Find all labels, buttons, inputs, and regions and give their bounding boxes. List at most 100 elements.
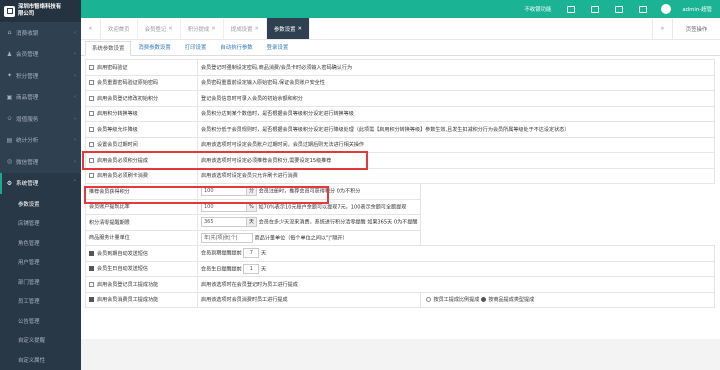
page-operations-button[interactable]: 页签操作 — [672, 18, 720, 39]
settings-subtab[interactable]: 系统参数设置 — [85, 41, 131, 56]
sidebar-item[interactable]: ⌂消费收银‹ — [0, 22, 81, 44]
setting-checkbox[interactable] — [89, 96, 94, 101]
sidebar-subitem[interactable]: 公告管理 — [0, 311, 81, 331]
setting-description: 商品计量单位（每个单位之间以"|"隔开） — [255, 235, 348, 241]
box-icon: ▣ — [6, 94, 13, 101]
chevron-left-icon: ‹ — [74, 94, 76, 100]
bell-icon[interactable] — [639, 6, 647, 13]
page-tab[interactable]: 提成设置✕ — [224, 18, 267, 39]
sidebar-subitem[interactable]: 员工管理 — [0, 292, 81, 312]
page-tab-label: 提成设置 — [231, 25, 253, 33]
setting-checkbox[interactable] — [89, 173, 94, 178]
settings-subtab[interactable]: 消费参数设置 — [131, 42, 177, 55]
sidebar-subitem[interactable]: 角色管理 — [0, 233, 81, 253]
setting-input[interactable]: 365 — [201, 217, 247, 227]
setting-checkbox[interactable] — [89, 80, 94, 85]
page-tab[interactable]: 参数设置✕ — [267, 18, 310, 39]
setting-row: 推荐会员获得积分100分 会员注册时，推荐会员可获得积分 0为不积分 — [86, 184, 715, 200]
setting-label: 会员等级允许降级 — [97, 127, 138, 133]
setting-description: 启用该选项时可设定会员账户过期时间，会员过期后则无法进行相关操作 — [201, 142, 364, 148]
unit-label: 天 — [261, 266, 266, 272]
setting-label: 启用会员登记修改初始积分 — [97, 96, 158, 102]
gift-icon: ✦ — [6, 72, 13, 79]
tab-scroll-left-button[interactable]: « — [81, 18, 101, 39]
page-tab-label: 欢迎首页 — [108, 25, 130, 33]
sidebar-item[interactable]: ▤统计分析‹ — [0, 130, 81, 152]
setting-input[interactable]: 100 — [201, 186, 247, 196]
setting-row: 会员重置密码验证原始密码会员密码重置前设定输入原始密码,保证会员账户安全性 — [86, 75, 715, 91]
setting-description: 启用该选项时会员消费时员工进行提成 — [201, 297, 288, 303]
avatar[interactable] — [661, 4, 671, 14]
display-icon[interactable] — [591, 6, 599, 13]
user-menu[interactable]: admin-超管 — [682, 5, 712, 13]
setting-row: 启用积分转换等级会员积分达到某个数值时，是否根据会员等级积分设定进行转换等级 — [86, 106, 715, 122]
page-tab-label: 会员登记 — [145, 25, 167, 33]
setting-label: 启用积分转换等级 — [97, 111, 138, 117]
mail-icon[interactable] — [615, 6, 623, 13]
setting-checkbox[interactable] — [89, 65, 94, 70]
chevron-down-icon: ˅ — [74, 180, 77, 186]
setting-label: 启用会员必须刷卡消费 — [97, 173, 148, 179]
chevron-left-icon: ‹ — [74, 116, 76, 122]
brand-name: 深圳市智络科技有 限公司 — [18, 4, 61, 18]
setting-label: 设置会员过期时间 — [97, 142, 138, 148]
settings-subtabs: 系统参数设置消费参数设置打印设置自动执行参数登录设置 — [81, 40, 720, 56]
sidebar-subitem[interactable]: 用户管理 — [0, 253, 81, 273]
settings-panel: 系统参数设置消费参数设置打印设置自动执行参数登录设置 启用密码验证会员登记时强制… — [81, 40, 720, 339]
sidebar-subitem[interactable]: 参数设置 — [0, 194, 81, 214]
sidebar-subitem[interactable]: 部门管理 — [0, 272, 81, 292]
chevron-left-icon: ‹ — [74, 73, 76, 79]
page-tab[interactable]: 会员登记✕ — [138, 18, 181, 39]
setting-checkbox[interactable] — [89, 251, 94, 256]
close-icon[interactable]: ✕ — [254, 26, 259, 32]
gear-icon: ⚙ — [6, 180, 13, 187]
sidebar-item[interactable]: ◎微信管理‹ — [0, 151, 81, 173]
days-input[interactable]: 7 — [243, 248, 259, 258]
setting-checkbox[interactable] — [89, 127, 94, 132]
setting-description: 会员注册时，推荐会员可获得积分 0为不积分 — [259, 189, 361, 195]
settings-subtab[interactable]: 登录设置 — [260, 42, 296, 55]
close-icon[interactable]: ✕ — [297, 26, 302, 32]
sidebar-subitem[interactable]: 店铺管理 — [0, 214, 81, 234]
setting-description: 启用该选项时可设定必须推荐会员积分,需要设定15级推荐 — [201, 158, 331, 164]
sidebar-subitem[interactable]: 自定义提醒 — [0, 331, 81, 351]
sidebar-item[interactable]: ▣商品管理 ‹ — [0, 87, 81, 109]
sidebar-item[interactable]: ♟会员管理‹ — [0, 44, 81, 66]
setting-input[interactable]: 年|先|项|张|个| — [201, 233, 253, 243]
unit-label: 分 — [247, 186, 257, 196]
days-input[interactable]: 1 — [243, 264, 259, 274]
setting-description: 会员到期提醒提前 — [201, 251, 242, 257]
setting-checkbox[interactable] — [89, 282, 94, 287]
sidebar-subitem[interactable]: 自定义属性 — [0, 350, 81, 370]
tab-scroll-right-button[interactable]: » — [652, 18, 672, 39]
unit-label: % — [247, 202, 257, 212]
setting-description: 启用该选项时设定会员只允许刷卡进行消费 — [201, 173, 298, 179]
settings-subtab[interactable]: 打印设置 — [178, 42, 214, 55]
radio-option[interactable] — [481, 297, 486, 302]
sidebar-item[interactable]: ✩增值服务 ‹ — [0, 108, 81, 130]
setting-input[interactable]: 100 — [201, 202, 247, 212]
setting-description: 会员生日提醒提前 — [201, 266, 242, 272]
setting-checkbox[interactable] — [89, 297, 94, 302]
sidebar-item[interactable]: ⚙系统管理˅ — [0, 173, 81, 195]
sidebar-item[interactable]: ✦积分管理‹ — [0, 65, 81, 87]
settings-subtab[interactable]: 自动执行参数 — [213, 42, 259, 55]
sidebar-item-label: 商品管理 — [16, 93, 38, 101]
radio-option[interactable] — [426, 297, 431, 302]
cart-icon: ⌂ — [6, 29, 13, 36]
refresh-icon[interactable] — [567, 6, 575, 13]
close-icon[interactable]: ✕ — [168, 26, 173, 32]
page-tab[interactable]: 欢迎首页 — [101, 18, 138, 39]
quick-function-link[interactable]: 不收银功能 — [524, 5, 551, 13]
setting-checkbox[interactable] — [89, 266, 94, 271]
setting-checkbox[interactable] — [89, 111, 94, 116]
page-tab[interactable]: 积分提成✕ — [181, 18, 224, 39]
setting-checkbox[interactable] — [89, 142, 94, 147]
star-icon: ✩ — [6, 115, 13, 122]
chevron-left-icon: ‹ — [74, 159, 76, 165]
setting-row: 会员账户提现比率100% 如70%表示10元账户余额可以提现7元，100表示余额… — [86, 199, 715, 215]
close-icon[interactable]: ✕ — [211, 26, 216, 32]
setting-label: 商品服务计量单位 — [89, 235, 130, 241]
setting-checkbox[interactable] — [89, 158, 94, 163]
sidebar-item-label: 增值服务 — [16, 115, 38, 123]
